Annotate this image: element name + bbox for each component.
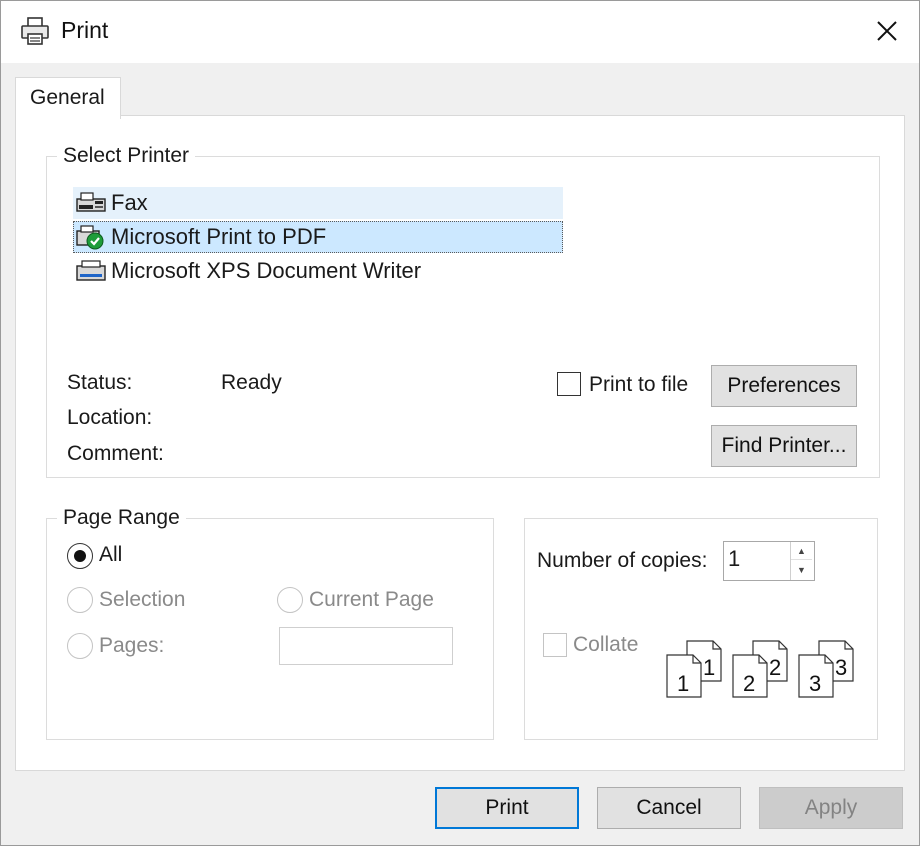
copies-group: Number of copies: 1 ▲ ▼ Collate 1 1 2 2 … — [524, 518, 878, 740]
pages-input[interactable] — [279, 627, 453, 665]
apply-button[interactable]: Apply — [759, 787, 903, 829]
radio-all-label[interactable]: All — [99, 543, 122, 567]
radio-pages-label[interactable]: Pages: — [99, 634, 164, 658]
xps-printer-icon — [76, 260, 106, 281]
number-of-copies-input[interactable]: 1 ▲ ▼ — [723, 541, 815, 581]
printer-icon — [21, 17, 49, 45]
printer-item-microsoft-xps-document-writer[interactable]: Microsoft XPS Document Writer — [73, 255, 563, 287]
print-button[interactable]: Print — [435, 787, 579, 829]
printer-name: Microsoft XPS Document Writer — [111, 258, 422, 283]
radio-current-page-label[interactable]: Current Page — [309, 588, 434, 612]
collate-pages-icon: 1 1 2 2 3 3 — [666, 640, 854, 698]
collate-page-number: 1 — [677, 671, 689, 696]
radio-selection-label[interactable]: Selection — [99, 588, 185, 612]
spin-down-icon[interactable]: ▼ — [791, 561, 812, 579]
close-icon[interactable] — [867, 11, 907, 51]
fax-icon — [76, 192, 106, 212]
find-printer-button[interactable]: Find Printer... — [711, 425, 857, 467]
collate-checkbox[interactable] — [543, 633, 567, 657]
printer-name: Fax — [111, 190, 148, 215]
status-label: Status: — [67, 371, 133, 394]
collate-label[interactable]: Collate — [573, 633, 638, 657]
print-to-file-label[interactable]: Print to file — [589, 373, 688, 397]
number-of-copies-label: Number of copies: — [537, 549, 708, 572]
printer-item-fax[interactable]: Fax — [73, 187, 563, 219]
tab-general[interactable]: General — [15, 77, 121, 119]
comment-label: Comment: — [67, 442, 164, 465]
radio-all[interactable] — [67, 543, 93, 569]
copies-spinner: ▲ ▼ — [790, 542, 812, 580]
pdf-printer-default-icon — [76, 225, 104, 250]
select-printer-group: Select Printer Fax Microsoft Print to PD… — [46, 143, 880, 478]
page-range-group: Page Range All Selection Current Page Pa… — [46, 505, 494, 740]
radio-selection[interactable] — [67, 587, 93, 613]
printer-name: Microsoft Print to PDF — [111, 224, 327, 249]
title-bar: Print — [1, 1, 919, 63]
collate-page-number: 1 — [703, 655, 715, 680]
print-to-file-checkbox[interactable] — [557, 372, 581, 396]
radio-current-page[interactable] — [277, 587, 303, 613]
print-dialog: Print General Select Printer Fax Microso… — [0, 0, 920, 846]
collate-page-number: 3 — [835, 655, 847, 680]
cancel-button[interactable]: Cancel — [597, 787, 741, 829]
window-title: Print — [61, 17, 109, 43]
general-tab-panel: Select Printer Fax Microsoft Print to PD… — [15, 115, 905, 771]
tab-strip: General — [1, 63, 919, 119]
number-of-copies-value: 1 — [728, 546, 741, 571]
select-printer-title: Select Printer — [57, 143, 196, 169]
preferences-button[interactable]: Preferences — [711, 365, 857, 407]
collate-page-number: 2 — [743, 671, 755, 696]
collate-page-number: 3 — [809, 671, 821, 696]
printer-list[interactable]: Fax Microsoft Print to PDF Microsoft XPS… — [73, 187, 563, 289]
spin-up-icon[interactable]: ▲ — [791, 542, 812, 560]
radio-pages[interactable] — [67, 633, 93, 659]
page-range-title: Page Range — [57, 505, 186, 531]
status-value: Ready — [221, 371, 282, 394]
collate-page-number: 2 — [769, 655, 781, 680]
printer-item-microsoft-print-to-pdf[interactable]: Microsoft Print to PDF — [73, 221, 563, 253]
location-label: Location: — [67, 406, 153, 429]
